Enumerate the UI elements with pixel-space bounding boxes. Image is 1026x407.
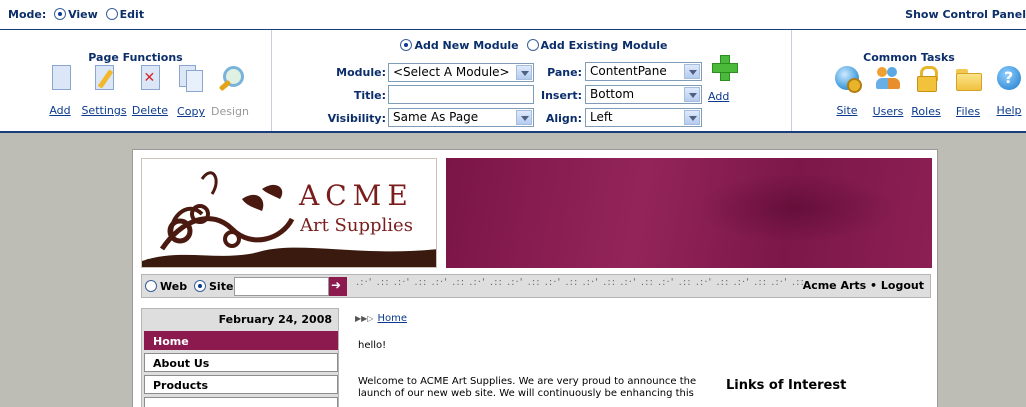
help-button[interactable]: Help <box>994 65 1024 118</box>
users-icon <box>875 65 901 91</box>
chevron-down-icon[interactable] <box>684 87 700 102</box>
page-functions-title: Page Functions <box>88 51 183 64</box>
decorative-pattern: .:·' .:: .:·' .:: .:·' .:: .:·' .:: .:·'… <box>356 277 806 288</box>
mode-selector: Mode: View Edit <box>8 8 144 21</box>
search-bar: Web Site .:·' .:: .:·' .:: .:·' .:: .:·'… <box>141 274 931 298</box>
chevron-down-icon[interactable] <box>516 110 532 125</box>
files-button[interactable]: Files <box>950 65 986 118</box>
nav-item-products[interactable]: Products <box>144 375 338 394</box>
insert-select[interactable]: Bottom <box>585 85 702 104</box>
logo-subtitle: Art Supplies <box>300 215 413 236</box>
chevron-down-icon[interactable] <box>516 65 532 80</box>
visibility-select[interactable]: Same As Page <box>388 108 534 127</box>
settings-icon <box>94 65 114 90</box>
page-add-button[interactable]: Add <box>46 65 74 118</box>
site-logo[interactable]: ACME Art Supplies <box>141 158 437 268</box>
page-delete-button[interactable]: Delete <box>130 65 170 118</box>
search-site-label[interactable]: Site <box>209 280 233 293</box>
module-label: Module: <box>336 66 386 79</box>
visibility-label: Visibility: <box>327 112 386 125</box>
roles-icon <box>913 65 939 92</box>
breadcrumb-home-link[interactable]: Home <box>377 313 407 324</box>
nav-item-about-us[interactable]: About Us <box>144 353 338 372</box>
delete-icon <box>140 65 160 90</box>
search-web-radio[interactable] <box>145 280 157 292</box>
mode-view-label[interactable]: View <box>68 8 98 21</box>
common-tasks-title: Common Tasks <box>863 51 955 64</box>
align-label: Align: <box>545 112 582 125</box>
title-input[interactable] <box>388 85 534 104</box>
site-page: ACME Art Supplies Web Site .:·' .:: .:·'… <box>132 149 938 407</box>
mode-label: Mode: <box>8 8 47 21</box>
header-banner <box>446 158 932 268</box>
chevron-down-icon[interactable] <box>684 110 700 125</box>
title-label: Title: <box>353 89 386 102</box>
search-input[interactable] <box>234 277 329 296</box>
breadcrumb: ▶▶▷ Home <box>355 313 407 324</box>
search-web-label[interactable]: Web <box>160 280 187 293</box>
chevron-down-icon[interactable] <box>684 64 700 79</box>
module-select[interactable]: <Select A Module> <box>388 63 534 82</box>
page-design-button[interactable]: Design <box>210 65 250 118</box>
add-existing-module-radio[interactable] <box>526 39 539 51</box>
common-tasks-section: Common Tasks Site Users Roles Files Help <box>792 30 1026 131</box>
users-button[interactable]: Users <box>868 65 908 118</box>
files-icon <box>955 65 982 91</box>
logo-title: ACME <box>299 179 414 212</box>
mode-view-radio[interactable] <box>54 8 67 20</box>
control-panel: Mode: View Edit Show Control Panel Page … <box>0 0 1026 133</box>
site-button[interactable]: Site <box>830 65 864 118</box>
mode-edit-radio[interactable] <box>105 8 118 20</box>
plus-icon[interactable] <box>711 54 738 81</box>
welcome-text: Welcome to ACME Art Supplies. We are ver… <box>358 376 697 399</box>
design-icon <box>217 65 244 91</box>
nav-item-home[interactable]: Home <box>144 331 338 350</box>
show-control-panel-link[interactable]: Show Control Panel <box>905 8 1026 21</box>
search-go-button[interactable] <box>329 277 347 296</box>
pane-select[interactable]: ContentPane <box>585 62 702 81</box>
add-module-link[interactable]: Add <box>708 90 729 103</box>
control-panel-header: Mode: View Edit Show Control Panel <box>0 0 1026 30</box>
page-settings-button[interactable]: Settings <box>80 65 128 118</box>
help-icon <box>997 66 1021 90</box>
page-copy-button[interactable]: Copy <box>174 65 208 118</box>
side-navigation: February 24, 2008 Home About Us Products <box>141 308 339 407</box>
align-select[interactable]: Left <box>585 108 702 127</box>
insert-label: Insert: <box>540 89 582 102</box>
breadcrumb-chevron-icon: ▶▶▷ <box>355 314 374 323</box>
user-logout-links[interactable]: Acme Arts • Logout <box>803 279 924 292</box>
mode-edit-label[interactable]: Edit <box>120 8 144 21</box>
site-icon <box>835 66 862 93</box>
module-mode-selector: Add New Module Add Existing Module <box>272 39 792 52</box>
add-new-module-label[interactable]: Add New Module <box>414 39 518 52</box>
search-site-radio[interactable] <box>194 280 206 292</box>
module-section: Add New Module Add Existing Module Modul… <box>272 30 792 131</box>
hello-text: hello! <box>358 340 387 351</box>
nav-item-partial[interactable] <box>144 397 338 407</box>
floral-ornament-icon <box>142 171 436 267</box>
links-of-interest-title: Links of Interest <box>726 378 847 393</box>
add-page-icon <box>52 65 71 90</box>
current-date: February 24, 2008 <box>218 313 332 326</box>
pane-label: Pane: <box>547 66 582 79</box>
roles-button[interactable]: Roles <box>908 65 944 118</box>
content-pane: ▶▶▷ Home hello! Welcome to ACME Art Suppl… <box>355 308 925 407</box>
add-existing-module-label[interactable]: Add Existing Module <box>541 39 668 52</box>
add-new-module-radio[interactable] <box>400 39 413 51</box>
copy-icon <box>179 65 203 92</box>
page-functions-section: Page Functions Add Settings Delete Copy … <box>0 30 272 131</box>
